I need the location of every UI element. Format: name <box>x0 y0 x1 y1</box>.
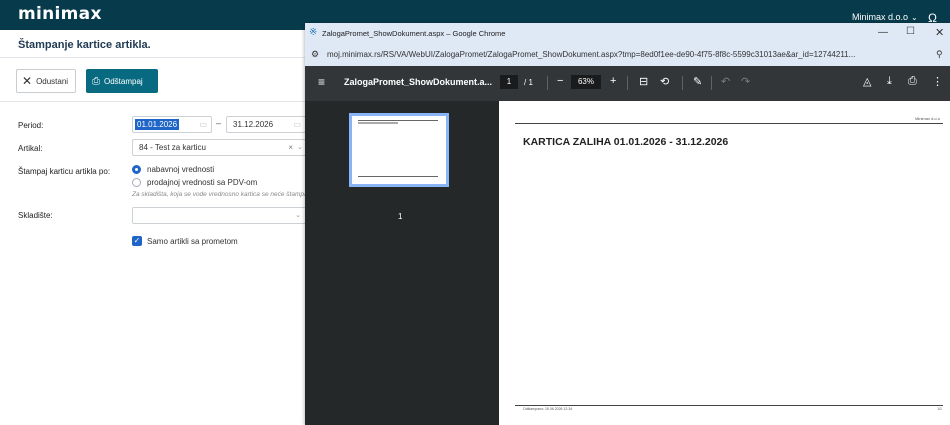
pdf-toolbar: ≡ ZalogaPromet_ShowDokument.a... 1 / 1 −… <box>305 66 950 101</box>
chrome-title-bar: ※ ZalogaPromet_ShowDokument.aspx – Googl… <box>305 23 950 46</box>
print-by-label: Štampaj karticu artikla po: <box>18 167 111 176</box>
zoom-in-icon[interactable]: + <box>610 75 616 87</box>
pdf-page: Minimax d.o.o KARTICA ZALIHA 01.01.2026 … <box>499 101 950 425</box>
user-menu[interactable]: Minimax d.o.o ⌄ <box>852 12 918 22</box>
page-count: / 1 <box>524 78 533 87</box>
printer-icon: ⎙ <box>92 75 100 87</box>
cancel-button[interactable]: ✕ Odustani <box>16 69 76 93</box>
chevron-down-icon[interactable]: ⌄ <box>297 143 303 151</box>
page-document-title: KARTICA ZALIHA 01.01.2026 - 31.12.2026 <box>523 136 729 148</box>
warehouse-label: Skladište: <box>18 211 53 220</box>
drive-icon[interactable]: ◬ <box>863 75 871 88</box>
fit-page-icon[interactable]: ⊟ <box>639 75 648 88</box>
page-title: Štampanje kartice artikla. <box>18 39 151 51</box>
print-button-label: Odštampaj <box>104 76 143 86</box>
article-value: 84 - Test za karticu <box>139 143 206 152</box>
date-from-input[interactable]: 01.01.2026 ▭ <box>132 116 212 133</box>
site-settings-icon[interactable]: ⚙ <box>311 49 319 60</box>
menu-icon[interactable]: ≡ <box>318 75 325 89</box>
thumbnail-title-text <box>358 122 398 124</box>
cancel-button-label: Odustani <box>36 76 69 86</box>
page-number-info: 1/1 <box>937 407 942 411</box>
pdf-thumbnail-sidebar: 1 <box>305 101 499 425</box>
radio-purchase-label[interactable]: nabavnoj vrednosti <box>147 165 214 174</box>
zoom-out-icon[interactable]: − <box>557 75 563 87</box>
warehouse-select[interactable]: ⌄ <box>132 207 306 224</box>
redo-icon[interactable]: ↷ <box>741 75 750 88</box>
page-printed-date: Odštampano: 15.06.2026 12:34 <box>523 407 573 411</box>
pdf-document-name: ZalogaPromet_ShowDokument.a... <box>344 77 493 87</box>
page-footer-line <box>515 405 943 406</box>
only-turnover-checkbox[interactable]: ✓ <box>132 236 142 246</box>
zoom-icon[interactable]: ⚲ <box>936 49 943 60</box>
close-icon: ✕ <box>22 74 33 88</box>
print-button[interactable]: ⎙ Odštampaj <box>86 69 158 93</box>
chrome-window-title: ZalogaPromet_ShowDokument.aspx – Google … <box>322 29 506 38</box>
date-to-input[interactable]: 31.12.2026 ▭ <box>226 116 306 133</box>
toolbar-divider <box>682 76 683 90</box>
toolbar-divider <box>547 76 548 90</box>
date-to-value: 31.12.2026 <box>233 120 274 129</box>
chrome-popup-window: ※ ZalogaPromet_ShowDokument.aspx – Googl… <box>305 23 950 425</box>
user-name: Minimax d.o.o <box>852 12 909 22</box>
undo-icon[interactable]: ↶ <box>721 75 730 88</box>
page-thumbnail[interactable] <box>349 113 449 187</box>
minimax-logo[interactable]: minimax <box>18 4 102 24</box>
thumbnail-page-number: 1 <box>398 212 403 221</box>
calendar-icon[interactable]: ▭ <box>199 120 207 129</box>
warehouse-hint: Za skladišta, koja se vode vrednosno kar… <box>132 191 311 198</box>
screen: minimax Minimax d.o.o ⌄ Ω Štampanje karti… <box>0 0 950 425</box>
close-icon[interactable]: ✕ <box>935 26 944 39</box>
date-from-value: 01.01.2026 <box>135 119 180 130</box>
page-header-line <box>515 123 943 124</box>
zoom-level-input[interactable]: 63% <box>571 75 601 89</box>
page-company-name: Minimax d.o.o <box>915 116 940 121</box>
calendar-icon[interactable]: ▭ <box>293 120 301 129</box>
toolbar-divider <box>627 76 628 90</box>
period-label: Period: <box>18 121 44 130</box>
radio-sale-label[interactable]: prodajnoj vrednosti sa PDV-om <box>147 178 257 187</box>
toolbar-divider <box>711 76 712 90</box>
thumbnail-header-line <box>358 120 438 121</box>
article-label: Artikal: <box>18 144 43 153</box>
download-icon[interactable]: ⤓ <box>887 75 892 88</box>
clear-icon[interactable]: × <box>288 143 293 152</box>
maximize-icon[interactable]: ☐ <box>906 26 915 37</box>
chevron-down-icon[interactable]: ⌄ <box>295 211 301 219</box>
chevron-down-icon: ⌄ <box>911 13 918 22</box>
page-number-input[interactable]: 1 <box>500 75 518 89</box>
url-field[interactable]: moj.minimax.rs/RS/VA/WebUI/ZalogaPromet/… <box>327 50 855 59</box>
article-select[interactable]: 84 - Test za karticu × ⌄ <box>132 139 306 156</box>
radio-purchase-value[interactable] <box>132 165 141 174</box>
pdf-viewer[interactable]: Minimax d.o.o KARTICA ZALIHA 01.01.2026 … <box>499 101 950 425</box>
page-favicon-icon: ※ <box>309 27 318 38</box>
rotate-icon[interactable]: ⟲ <box>660 75 669 88</box>
radio-sale-value[interactable] <box>132 178 141 187</box>
only-turnover-label[interactable]: Samo artikli sa prometom <box>147 237 238 246</box>
annotate-icon[interactable]: ✎ <box>693 75 702 88</box>
address-bar: ⚙ moj.minimax.rs/RS/VA/WebUI/ZalogaProme… <box>305 46 950 66</box>
date-separator: – <box>216 118 222 128</box>
minimize-icon[interactable]: — <box>878 27 888 38</box>
more-options-icon[interactable]: ⋮ <box>932 75 943 88</box>
print-icon[interactable]: ⎙ <box>908 75 917 88</box>
thumbnail-footer-line <box>358 176 438 177</box>
